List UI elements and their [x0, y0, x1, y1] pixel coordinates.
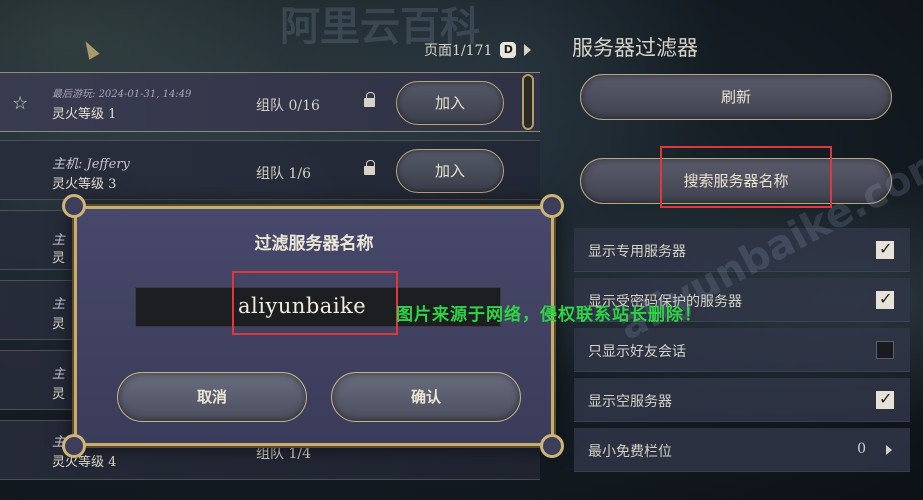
join-button[interactable]: 加入 — [396, 81, 504, 125]
server-name: 灵火等级 4 — [52, 455, 117, 470]
ornament-corner-icon — [62, 194, 86, 218]
option-dedicated-servers[interactable]: 显示专用服务器 — [574, 228, 910, 272]
option-label: 显示空服务器 — [588, 394, 672, 410]
watermark-notice: 图片来源于网络，侵权联系站长删除！ — [396, 305, 702, 325]
option-empty-servers[interactable]: 显示空服务器 — [574, 378, 910, 422]
page-navigation: 页面1/171 D — [424, 40, 532, 60]
join-button[interactable]: 加入 — [396, 149, 504, 193]
page-indicator: 页面1/171 — [424, 43, 493, 59]
server-host: 主机: Jeffery — [52, 157, 130, 172]
checkbox[interactable] — [876, 341, 894, 359]
dialog-title: 过滤服务器名称 — [254, 234, 374, 254]
server-row[interactable]: ☆ 最后游玩: 2024-01-31, 14:49 灵火等级 1 组队 0/16… — [0, 72, 540, 132]
checkbox[interactable] — [876, 289, 894, 309]
ornament-corner-icon — [62, 434, 86, 458]
key-hint-badge: D — [500, 42, 517, 58]
server-team-count: 组队 0/16 — [256, 98, 320, 114]
option-min-free-slots[interactable]: 最小免费栏位 0 — [574, 428, 910, 472]
option-label: 显示专用服务器 — [588, 244, 686, 260]
highlight-box — [232, 271, 398, 335]
server-host: 主 — [52, 367, 66, 382]
server-row[interactable]: 主机: Jeffery 灵火等级 3 组队 1/6 加入 — [0, 140, 540, 200]
scrollbar[interactable] — [522, 74, 534, 130]
chevron-right-icon[interactable] — [886, 445, 892, 455]
option-friends-only[interactable]: 只显示好友会话 — [574, 328, 910, 372]
server-name: 灵火等级 3 — [52, 177, 117, 192]
server-name: 灵火等级 1 — [52, 107, 117, 122]
checkbox[interactable] — [876, 239, 894, 259]
confirm-button[interactable]: 确认 — [331, 372, 521, 422]
server-host: 主 — [52, 297, 66, 312]
star-icon[interactable]: ☆ — [12, 93, 28, 114]
server-name: 灵 — [52, 387, 66, 402]
server-name: 灵 — [52, 317, 66, 332]
lock-icon — [364, 92, 375, 107]
option-label: 最小免费栏位 — [588, 444, 672, 460]
option-label: 只显示好友会话 — [588, 344, 686, 360]
server-name: 灵 — [52, 251, 66, 266]
cancel-button[interactable]: 取消 — [117, 372, 307, 422]
refresh-button[interactable]: 刷新 — [580, 74, 892, 120]
min-free-slots-value: 0 — [857, 441, 866, 457]
server-team-count: 组队 1/6 — [256, 166, 311, 182]
ornament-corner-icon — [540, 434, 564, 458]
ornament-corner-icon — [540, 194, 564, 218]
filter-panel-title: 服务器过滤器 — [572, 36, 698, 60]
server-team-count: 组队 1/4 — [256, 446, 311, 462]
highlight-box — [660, 146, 832, 208]
server-host: 最后游玩: 2024-01-31, 14:49 — [52, 89, 192, 100]
checkbox[interactable] — [876, 389, 894, 409]
lock-icon — [364, 160, 375, 175]
next-page-arrow-icon[interactable] — [524, 44, 532, 56]
server-host: 主 — [52, 233, 66, 248]
